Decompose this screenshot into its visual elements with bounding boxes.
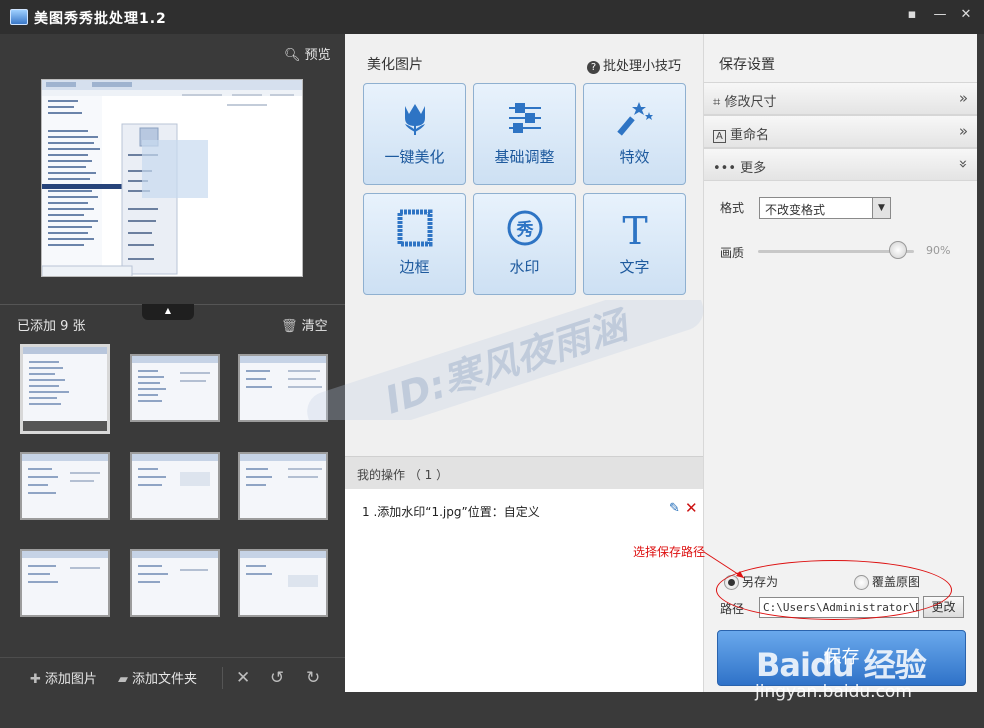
text-t-icon: T: [584, 208, 685, 253]
save-settings-title: 保存设置: [719, 57, 775, 73]
feedback-icon[interactable]: ▪: [902, 6, 922, 24]
chevron-right-icon: »: [958, 122, 968, 140]
preview-button[interactable]: 🔍︎ 预览: [284, 44, 331, 63]
format-value: 不改变格式: [765, 203, 826, 217]
section-label: 修改尺寸: [724, 95, 777, 110]
operations-list: 1 .添加水印“1.jpg”位置：自定义 ✎ ✕: [345, 489, 703, 692]
window-title: 美图秀秀批处理1.2: [34, 11, 167, 27]
question-icon: ?: [587, 61, 600, 74]
thumbnail-9[interactable]: [238, 549, 328, 617]
format-select[interactable]: 不改变格式 ▼: [759, 197, 891, 219]
tool-text[interactable]: T 文字: [583, 193, 686, 295]
section-more[interactable]: ••• 更多 »: [704, 148, 978, 181]
path-label: 路径: [720, 602, 745, 616]
add-image-button[interactable]: ✚ 添加图片: [30, 668, 97, 687]
rotate-left-icon[interactable]: ↺: [270, 668, 284, 688]
radio-label: 覆盖原图: [872, 575, 921, 589]
tool-frame[interactable]: 边框: [363, 193, 466, 295]
save-settings-panel: 保存设置 ⌗ 修改尺寸 » A 重命名 » ••• 更多 » 格式 不改变格式 …: [703, 34, 978, 692]
tool-label: 文字: [619, 258, 650, 276]
tulip-icon: [364, 98, 465, 138]
crop-icon: ⌗: [713, 95, 721, 110]
my-operations-header: 我的操作 （ 1 ）: [345, 456, 703, 489]
thumbnail-8[interactable]: [130, 549, 220, 617]
image-list-panel: 🔍︎ 预览 ▲ 已添加 9 张 🗑︎ 清空 ✚ 添加图片 ▰ 添加文件夹 ✕ ↺…: [0, 34, 345, 728]
tips-link[interactable]: ? 批处理小技巧: [587, 55, 681, 74]
minimize-icon[interactable]: —: [930, 6, 950, 24]
preview-label: 预览: [304, 48, 331, 63]
folder-icon: ▰: [118, 672, 128, 687]
window-border: [977, 34, 984, 728]
trash-icon: 🗑︎: [281, 319, 298, 334]
frame-icon: [364, 208, 465, 248]
close-icon[interactable]: ✕: [956, 6, 976, 24]
tool-label: 边框: [399, 258, 430, 276]
add-image-label: 添加图片: [44, 672, 97, 687]
remove-icon[interactable]: ✕: [236, 668, 250, 688]
annotation-arrow: [703, 551, 745, 579]
plus-icon: ✚: [30, 672, 41, 687]
sliders-icon: [474, 98, 575, 138]
quality-value: 90%: [926, 244, 951, 257]
quality-slider-thumb[interactable]: [889, 241, 908, 259]
tool-effects[interactable]: 特效: [583, 83, 686, 185]
beautify-panel: 美化图片 ? 批处理小技巧 一键美化 基础调整 特效 边框 秀 水印 T 文字 …: [345, 34, 703, 692]
watermark-stamp-icon: 秀: [474, 208, 575, 248]
magnifier-icon: 🔍︎: [284, 48, 301, 63]
radio-indicator: [854, 575, 869, 590]
section-label: 重命名: [729, 128, 769, 143]
save-label: 保存: [823, 647, 860, 668]
chevron-down-icon: »: [954, 159, 973, 169]
svg-text:秀: 秀: [515, 220, 533, 240]
thumbnail-7[interactable]: [20, 549, 110, 617]
preview-image: [41, 79, 303, 277]
dropdown-arrow-icon: ▼: [872, 198, 890, 218]
tool-label: 特效: [619, 148, 650, 166]
magic-wand-icon: [584, 98, 685, 138]
thumbnail-6[interactable]: [238, 452, 328, 520]
change-path-button[interactable]: 更改: [923, 596, 964, 618]
tool-basic-adjust[interactable]: 基础调整: [473, 83, 576, 185]
app-logo-icon: [10, 9, 28, 25]
title-bar: 美图秀秀批处理1.2 ▪ — ✕: [0, 0, 984, 34]
chevron-right-icon: »: [958, 89, 968, 107]
thumbnail-2[interactable]: [130, 354, 220, 422]
operation-item: 1 .添加水印“1.jpg”位置：自定义: [362, 505, 540, 519]
save-button[interactable]: 保存: [717, 630, 966, 686]
collapse-up-icon[interactable]: ▲: [142, 304, 194, 320]
my-operations-title: 我的操作 （ 1 ）: [357, 468, 449, 482]
thumbnail-5[interactable]: [130, 452, 220, 520]
section-rename[interactable]: A 重命名 »: [704, 115, 978, 148]
path-input[interactable]: C:\Users\Administrator\Do: [759, 597, 919, 618]
divider: [222, 667, 223, 689]
clear-button[interactable]: 🗑︎ 清空: [281, 315, 328, 334]
add-folder-label: 添加文件夹: [132, 672, 198, 687]
add-folder-button[interactable]: ▰ 添加文件夹: [118, 668, 197, 687]
divider: [0, 657, 345, 658]
tool-label: 基础调整: [494, 148, 555, 166]
more-dots-icon: •••: [713, 161, 737, 176]
clear-label: 清空: [301, 319, 328, 334]
annotation-text: 选择保存路径: [633, 545, 706, 559]
section-label: 更多: [740, 161, 767, 176]
radio-overwrite[interactable]: 覆盖原图: [854, 573, 920, 590]
delete-icon[interactable]: ✕: [685, 499, 698, 517]
added-count: 已添加 9 张: [17, 319, 86, 334]
quality-label: 画质: [720, 246, 745, 260]
tool-one-click-beautify[interactable]: 一键美化: [363, 83, 466, 185]
tool-watermark[interactable]: 秀 水印: [473, 193, 576, 295]
tips-label: 批处理小技巧: [603, 59, 682, 74]
rotate-right-icon[interactable]: ↻: [306, 668, 320, 688]
svg-text:T: T: [622, 209, 647, 248]
beautify-title: 美化图片: [367, 57, 423, 73]
pencil-icon[interactable]: ✎: [669, 501, 680, 516]
format-label: 格式: [720, 201, 745, 215]
section-resize[interactable]: ⌗ 修改尺寸 »: [704, 82, 978, 115]
thumbnail-3[interactable]: [238, 354, 328, 422]
rename-icon: A: [713, 130, 726, 143]
thumbnail-1[interactable]: [20, 344, 110, 434]
tool-label: 水印: [509, 258, 540, 276]
thumbnail-4[interactable]: [20, 452, 110, 520]
tool-label: 一键美化: [384, 148, 445, 166]
